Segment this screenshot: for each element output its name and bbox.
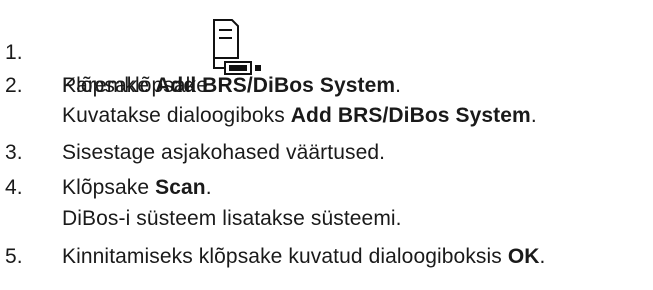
step-number: 3. bbox=[5, 141, 23, 164]
step-text: Klõpsake Scan. bbox=[62, 175, 212, 201]
step-prefix: Kinnitamiseks klõpsake kuvatud dialoogib… bbox=[62, 245, 508, 268]
step-text: Klõpsake Add BRS/DiBos System. bbox=[62, 73, 401, 99]
step-4-result: DiBos-i süsteem lisatakse süsteemi. bbox=[62, 207, 402, 230]
step-number: 4. bbox=[5, 176, 23, 199]
step-prefix: Klõpsake bbox=[62, 74, 156, 97]
ui-label: Add BRS/DiBos System bbox=[290, 104, 531, 127]
ui-label: Scan bbox=[155, 176, 206, 199]
ui-label: OK bbox=[507, 245, 540, 268]
step-2-result: Kuvatakse dialoogiboks Add BRS/DiBos Sys… bbox=[62, 103, 537, 129]
step-number: 2. bbox=[5, 74, 23, 97]
step-suffix: . bbox=[539, 245, 546, 268]
result-suffix: . bbox=[530, 104, 537, 127]
step-3: 3. Sisestage asjakohased väärtused. bbox=[0, 140, 653, 168]
step-1: 1. Paremklõpsake . bbox=[0, 6, 653, 97]
bvms-device-tree-icon bbox=[212, 18, 268, 76]
step-number: 1. bbox=[5, 41, 23, 64]
step-text: Kinnitamiseks klõpsake kuvatud dialoogib… bbox=[62, 244, 545, 270]
step-number: 5. bbox=[5, 245, 23, 268]
step-text: Sisestage asjakohased väärtused. bbox=[62, 141, 386, 164]
step-suffix: . bbox=[395, 74, 402, 97]
step-prefix: Klõpsake bbox=[62, 176, 156, 199]
result-prefix: Kuvatakse dialoogiboks bbox=[62, 104, 291, 127]
step-4: 4. Klõpsake Scan. bbox=[0, 175, 653, 203]
step-5: 5. Kinnitamiseks klõpsake kuvatud dialoo… bbox=[0, 244, 653, 272]
step-2: 2. Klõpsake Add BRS/DiBos System. bbox=[0, 73, 653, 101]
ui-label: Add BRS/DiBos System bbox=[155, 74, 396, 97]
step-suffix: . bbox=[205, 176, 212, 199]
